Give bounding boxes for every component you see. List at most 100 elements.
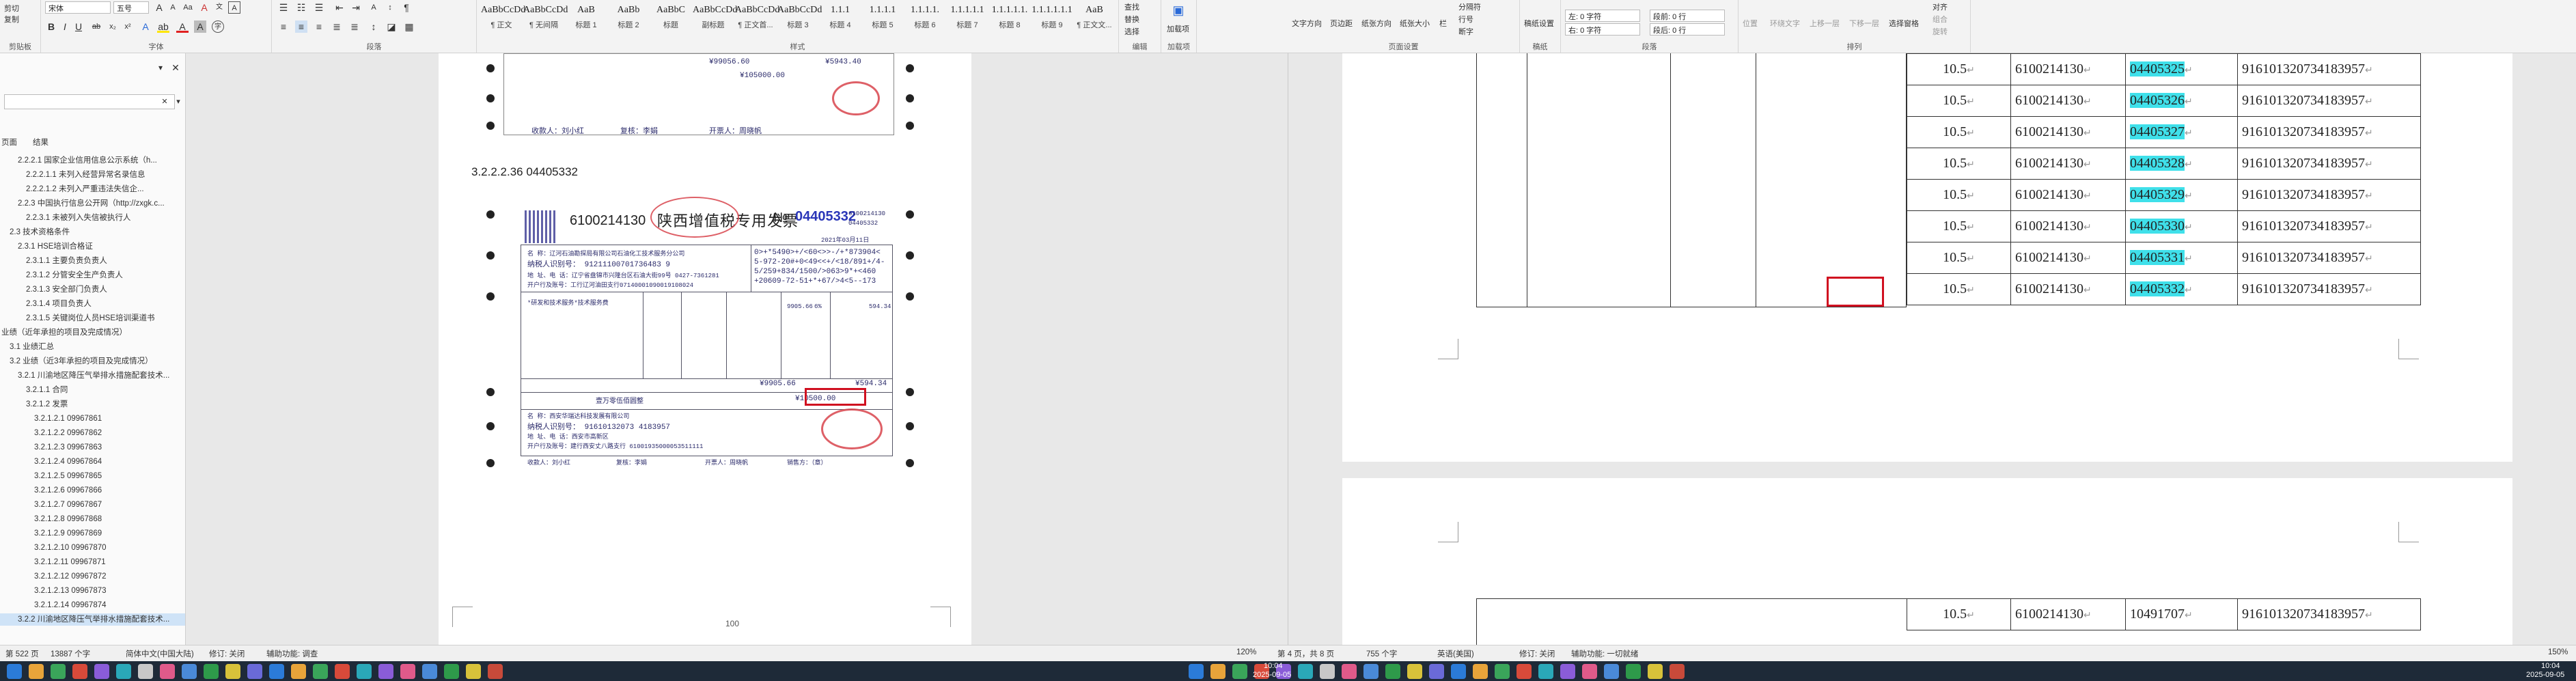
style-item[interactable]: AaBbCcDd ¶ 正文	[481, 1, 525, 37]
taskbar-app-icon[interactable]	[1232, 664, 1247, 679]
status-words-right[interactable]: 755 个字	[1366, 648, 1397, 659]
table-cell-rate[interactable]: 10.5↵	[1907, 148, 2011, 180]
table-cell-tax[interactable]: 916101320734183957↵	[2237, 148, 2421, 180]
style-item[interactable]: 1.1.1.1. 标题 6	[904, 1, 945, 37]
align-button[interactable]: 对齐	[1933, 1, 1948, 12]
taskbar-app-icon[interactable]	[488, 664, 503, 679]
select-button[interactable]: 选择	[1124, 26, 1139, 37]
underline-icon[interactable]: U	[72, 20, 85, 33]
table-cell-no[interactable]: 04405330↵	[2125, 210, 2238, 242]
clear-format-icon[interactable]: A	[198, 1, 210, 14]
paper-size-button[interactable]: 纸张大小	[1400, 18, 1430, 29]
indent-left-input[interactable]: 左: 0 字符	[1565, 10, 1640, 22]
table-cell-rate[interactable]: 10.5↵	[1907, 179, 2011, 211]
nav-heading-item[interactable]: 3.2.1.2.14 09967874	[34, 599, 107, 611]
copy-button[interactable]: 复制	[4, 14, 19, 25]
spacing-before-input[interactable]: 段前: 0 行	[1650, 10, 1725, 22]
status-page-right[interactable]: 第 4 页，共 8 页	[1277, 648, 1334, 659]
taskbar-app-icon[interactable]	[1516, 664, 1532, 679]
status-access-right[interactable]: 辅助功能: 一切就绪	[1571, 648, 1638, 659]
nav-heading-item[interactable]: 3.2.1.2.6 09967866	[34, 484, 102, 497]
table-cell-rate[interactable]: 10.5↵	[1907, 242, 2011, 274]
nav-heading-item[interactable]: 2.2.3 中国执行信息公开网（http://zxgk.c...	[18, 197, 165, 210]
nav-heading-item[interactable]: 3.2.2 川渝地区降压气举排水措施配套技术...	[0, 613, 185, 626]
position-button[interactable]: 位置	[1743, 18, 1758, 29]
table-cell-code[interactable]: 6100214130↵	[2010, 148, 2126, 180]
multilevel-icon[interactable]: ☰	[313, 1, 325, 14]
status-words-left[interactable]: 13887 个字	[51, 648, 90, 659]
style-item[interactable]: AaBbCcDd 标题 3	[777, 1, 822, 37]
nav-heading-item[interactable]: 业绩（近年承担的项目及完成情况）	[1, 326, 127, 339]
nav-heading-item[interactable]: 3.2.1 川渝地区降压气举排水措施配套技术...	[18, 370, 169, 382]
status-lang-left[interactable]: 简体中文(中国大陆)	[126, 648, 194, 659]
align-right-icon[interactable]: ≡	[313, 20, 325, 33]
nav-heading-item[interactable]: 3.2.1.2.10 09967870	[34, 542, 107, 554]
taskbar-app-icon[interactable]	[313, 664, 328, 679]
clock-date-right[interactable]: 2025-09-05	[2526, 671, 2564, 679]
table-cell-no[interactable]: 04405329↵	[2125, 179, 2238, 211]
status-page-left[interactable]: 第 522 页	[5, 648, 39, 659]
addin-button[interactable]: 加载项	[1167, 23, 1189, 34]
table-cell-no[interactable]: 04405332↵	[2125, 273, 2238, 305]
style-item[interactable]: AaBbCcDd ¶ 无间隔	[523, 1, 568, 37]
nav-heading-item[interactable]: 3.2.1.1 合同	[26, 384, 68, 396]
subscript-icon[interactable]: x₂	[107, 20, 119, 33]
nav-heading-item[interactable]: 2.3 技术资格条件	[10, 226, 70, 238]
taskbar-app-icon[interactable]	[1670, 664, 1685, 679]
taskbar-app-icon[interactable]	[291, 664, 306, 679]
taskbar-app-icon[interactable]	[247, 664, 262, 679]
taskbar-app-icon[interactable]	[1582, 664, 1597, 679]
show-marks-icon[interactable]: ¶	[400, 1, 413, 14]
nav-heading-item[interactable]: 2.2.2.1.1 未列入经营异常名录信息	[26, 169, 145, 181]
align-left-icon[interactable]: ≡	[277, 20, 290, 33]
taskbar-app-icon[interactable]	[72, 664, 87, 679]
nav-heading-item[interactable]: 2.3.1.5 关键岗位人员HSE培训渠道书	[26, 312, 155, 324]
status-track-left[interactable]: 修订: 关闭	[209, 648, 245, 659]
style-item[interactable]: 1.1.1 标题 4	[820, 1, 861, 37]
nav-heading-item[interactable]: 2.3.1 HSE培训合格证	[18, 240, 93, 253]
search-dropdown-icon[interactable]: ▾	[172, 96, 184, 108]
table-cell-tax[interactable]: 916101320734183957↵	[2237, 210, 2421, 242]
decrease-indent-icon[interactable]: ⇤	[333, 1, 346, 14]
enclose-char-icon[interactable]: 字	[212, 20, 224, 33]
hyphenation-button[interactable]: 断字	[1458, 26, 1473, 37]
nav-search-input[interactable]	[4, 94, 175, 109]
table-cell-code[interactable]: 6100214130↵	[2010, 179, 2126, 211]
taskbar-app-icon[interactable]	[335, 664, 350, 679]
table-cell-tax[interactable]: 916101320734183957↵	[2237, 273, 2421, 305]
nav-heading-item[interactable]: 3.2.1.2.2 09967862	[34, 427, 102, 439]
nav-heading-item[interactable]: 2.3.1.2 分管安全生产负责人	[26, 269, 123, 281]
nav-heading-item[interactable]: 3.2 业绩（近3年承担的项目及完成情况）	[10, 355, 153, 367]
cut-button[interactable]: 剪切	[4, 3, 19, 14]
table-cell-rate[interactable]: 10.5↵	[1907, 53, 2011, 85]
taskbar-app-icon[interactable]	[1626, 664, 1641, 679]
taskbar-app-icon[interactable]	[1473, 664, 1488, 679]
taskbar-app-icon[interactable]	[422, 664, 437, 679]
highlight-color-icon[interactable]: ab	[157, 20, 169, 33]
table-cell-no[interactable]: 04405325↵	[2125, 53, 2238, 85]
taskbar-app-icon[interactable]	[1189, 664, 1204, 679]
status-zoom-right[interactable]: 150%	[2548, 648, 2568, 656]
style-item[interactable]: AaBb 标题 2	[608, 1, 649, 37]
taskbar-app-icon[interactable]	[1560, 664, 1575, 679]
taskbar-app-icon[interactable]	[1320, 664, 1335, 679]
tab-results[interactable]: 结果	[33, 137, 49, 149]
shrink-font-icon[interactable]: A	[167, 1, 179, 14]
taskbar-app-icon[interactable]	[378, 664, 393, 679]
selection-pane-button[interactable]: 选择窗格	[1889, 18, 1919, 29]
taskbar-app-icon[interactable]	[357, 664, 372, 679]
taskbar-app-icon[interactable]	[1298, 664, 1313, 679]
status-access-left[interactable]: 辅助功能: 调查	[266, 648, 318, 659]
status-zoom-left[interactable]: 120%	[1236, 648, 1256, 656]
status-lang-right[interactable]: 英语(美国)	[1437, 648, 1474, 659]
table-cell-no[interactable]: 10491707↵	[2125, 598, 2238, 630]
orientation-button[interactable]: 纸张方向	[1361, 18, 1391, 29]
taskbar-app-icon[interactable]	[51, 664, 66, 679]
send-backward-button[interactable]: 下移一层	[1849, 18, 1879, 29]
taskbar-app-icon[interactable]	[444, 664, 459, 679]
numbering-icon[interactable]: ☷	[295, 1, 307, 14]
columns-button[interactable]: 栏	[1439, 18, 1447, 29]
table-cell-code[interactable]: 6100214130↵	[2010, 598, 2126, 630]
table-cell-tax[interactable]: 916101320734183957↵	[2237, 242, 2421, 274]
distributed-icon[interactable]: ≣	[348, 20, 361, 33]
